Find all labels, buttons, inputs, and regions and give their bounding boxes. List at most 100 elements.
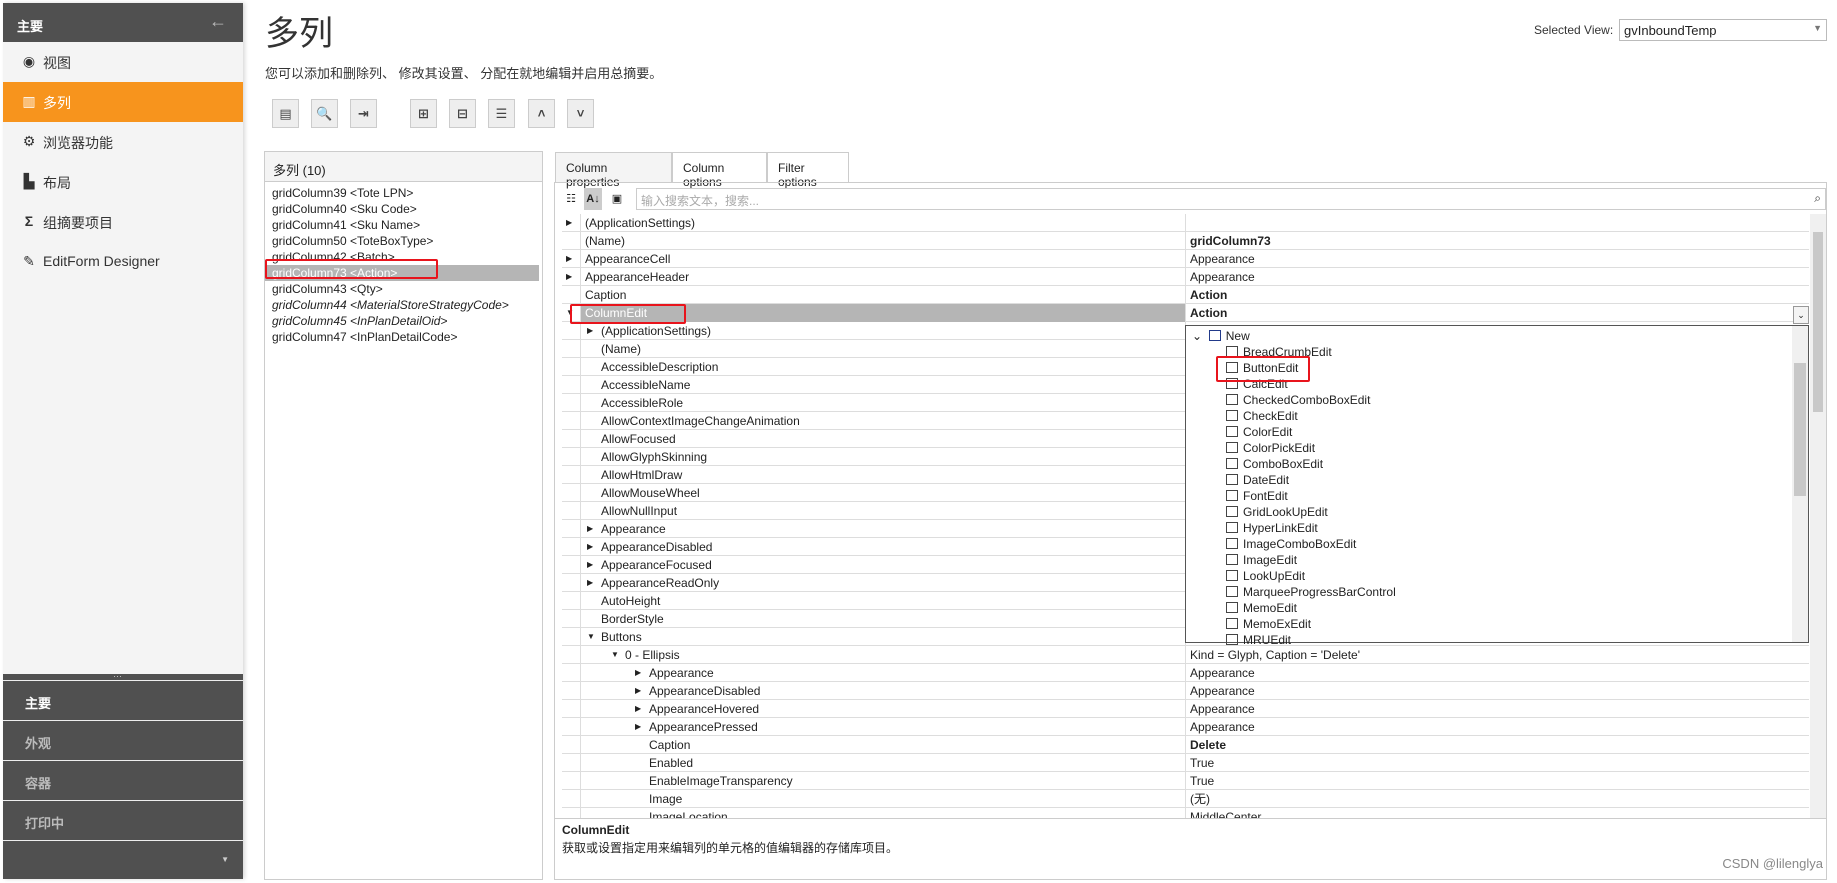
sidebar-item-5[interactable]: ✎ EditForm Designer [3, 242, 243, 282]
property-pages-icon[interactable]: ▣ [608, 188, 626, 210]
toolbar-button-5[interactable]: ☰ [488, 99, 515, 128]
property-value[interactable]: (无) [1185, 790, 1809, 808]
property-search-input[interactable]: 输入搜索文本，搜索... ⌕ [636, 188, 1826, 210]
property-row[interactable]: (Name) gridColumn73 [562, 232, 1809, 250]
expand-arrow-icon[interactable]: ▶ [635, 682, 641, 700]
property-row[interactable]: AppearanceHeader Appearance ▶ [562, 268, 1809, 286]
sidebar-group-1[interactable]: 外观 [3, 720, 243, 759]
property-value[interactable]: Appearance [1185, 682, 1809, 700]
tab-2[interactable]: Filter options [767, 152, 849, 189]
editor-option[interactable]: MarqueeProgressBarControl [1226, 584, 1396, 600]
property-row[interactable]: AppearanceCell Appearance ▶ [562, 250, 1809, 268]
property-value[interactable]: Appearance [1185, 718, 1809, 736]
editor-option[interactable]: LookUpEdit [1226, 568, 1305, 584]
column-edit-dropdown-button[interactable]: ⌄ [1793, 306, 1809, 324]
property-value[interactable]: True [1185, 772, 1809, 790]
editor-option[interactable]: CheckedComboBoxEdit [1226, 392, 1370, 408]
expand-arrow-icon[interactable]: ▶ [587, 574, 593, 592]
selected-view-select[interactable]: gvInboundTemp ▼ [1619, 19, 1827, 41]
property-value[interactable]: Kind = Glyph, Caption = 'Delete' [1185, 646, 1809, 664]
toolbar-button-7[interactable]: ˅ [567, 99, 594, 128]
column-list-item[interactable]: gridColumn39 <Tote LPN> [265, 185, 542, 201]
tab-0[interactable]: Column properties [555, 152, 672, 189]
toolbar-button-2[interactable]: ⇥ [350, 99, 377, 128]
toolbar-button-0[interactable]: ▤ [272, 99, 299, 128]
property-row[interactable]: Caption Action [562, 286, 1809, 304]
editor-option[interactable]: HyperLinkEdit [1226, 520, 1318, 536]
column-list-item[interactable]: gridColumn45 <InPlanDetailOid> [265, 313, 542, 329]
property-row[interactable]: ImageLocation MiddleCenter [562, 808, 1809, 818]
expand-arrow-icon[interactable]: ▶ [587, 520, 593, 538]
editor-option[interactable]: MemoExEdit [1226, 616, 1311, 632]
editor-option[interactable]: MemoEdit [1226, 600, 1297, 616]
sidebar-group-3[interactable]: 打印中 [3, 800, 243, 839]
editor-option[interactable]: FontEdit [1226, 488, 1288, 504]
property-row[interactable]: ▶ AppearanceHovered Appearance [562, 700, 1809, 718]
expand-arrow-icon[interactable]: ▶ [587, 556, 593, 574]
toolbar-button-1[interactable]: 🔍 [311, 99, 338, 128]
editor-option[interactable]: ColorEdit [1226, 424, 1292, 440]
property-row[interactable]: EnableImageTransparency True [562, 772, 1809, 790]
property-row[interactable]: (ApplicationSettings) ▶ [562, 214, 1809, 232]
search-icon[interactable]: ⌕ [1814, 191, 1821, 206]
property-value[interactable]: Appearance [1185, 664, 1809, 682]
property-value[interactable]: Appearance [1185, 268, 1809, 286]
editor-option[interactable]: ComboBoxEdit [1226, 456, 1323, 472]
property-row[interactable]: Caption Delete [562, 736, 1809, 754]
toolbar-button-4[interactable]: ⊟ [449, 99, 476, 128]
expand-arrow-icon[interactable]: ▶ [566, 214, 572, 232]
tab-1[interactable]: Column options [672, 152, 767, 189]
property-row[interactable]: ▶ AppearancePressed Appearance [562, 718, 1809, 736]
editor-option[interactable]: MRUEdit [1226, 632, 1291, 648]
expand-arrow-icon[interactable]: ▶ [635, 700, 641, 718]
dropdown-scrollbar[interactable] [1792, 326, 1808, 642]
property-row[interactable]: ▼ 0 - Ellipsis Kind = Glyph, Caption = 'De… [562, 646, 1809, 664]
editor-option[interactable]: ImageEdit [1226, 552, 1297, 568]
expand-arrow-icon[interactable]: ▶ [566, 250, 572, 268]
editor-option[interactable]: CheckEdit [1226, 408, 1298, 424]
property-value[interactable]: Delete [1185, 736, 1809, 754]
editor-option[interactable]: DateEdit [1226, 472, 1289, 488]
scrollbar-thumb[interactable] [1813, 232, 1823, 412]
sidebar-group-more[interactable]: ▼ [3, 840, 243, 879]
property-value[interactable]: Action [1185, 286, 1809, 304]
property-value[interactable]: Action [1185, 304, 1809, 322]
scrollbar-thumb[interactable] [1794, 363, 1806, 496]
column-list-item[interactable]: gridColumn43 <Qty> [265, 281, 542, 297]
sidebar-item-4[interactable]: Σ 组摘要项目 [3, 202, 243, 242]
property-grid-scrollbar[interactable] [1810, 214, 1826, 818]
sidebar-item-0[interactable]: ◉ 视图 [3, 42, 243, 82]
property-value[interactable] [1185, 214, 1809, 232]
expand-arrow-icon[interactable]: ▶ [635, 664, 641, 682]
collapse-arrow-icon[interactable]: ▼ [587, 628, 595, 646]
sidebar-group-2[interactable]: 容器 [3, 760, 243, 799]
editor-option[interactable]: ImageComboBoxEdit [1226, 536, 1356, 552]
editor-option[interactable]: ColorPickEdit [1226, 440, 1315, 456]
column-list-item[interactable]: gridColumn44 <MaterialStoreStrategyCode> [265, 297, 542, 313]
editor-option[interactable]: GridLookUpEdit [1226, 504, 1328, 520]
expand-arrow-icon[interactable]: ▶ [587, 322, 593, 340]
column-list-item[interactable]: gridColumn41 <Sku Name> [265, 217, 542, 233]
column-list-item[interactable]: gridColumn40 <Sku Code> [265, 201, 542, 217]
property-value[interactable]: gridColumn73 [1185, 232, 1809, 250]
column-list-item[interactable]: gridColumn50 <ToteBoxType> [265, 233, 542, 249]
toolbar-button-3[interactable]: ⊞ [410, 99, 437, 128]
property-row[interactable]: ▶ Appearance Appearance [562, 664, 1809, 682]
expand-arrow-icon[interactable]: ▶ [566, 268, 572, 286]
expand-arrow-icon[interactable]: ▶ [635, 718, 641, 736]
sidebar-group-0[interactable]: 主要 [3, 680, 243, 719]
property-row[interactable]: Image (无) [562, 790, 1809, 808]
property-value[interactable]: Appearance [1185, 700, 1809, 718]
collapse-arrow-icon[interactable]: ▼ [611, 646, 619, 664]
property-row[interactable]: Enabled True [562, 754, 1809, 772]
expand-arrow-icon[interactable]: ▶ [587, 538, 593, 556]
chevron-down-icon[interactable]: ⌄ [1192, 329, 1202, 343]
property-value[interactable]: Appearance [1185, 250, 1809, 268]
sidebar-item-3[interactable]: ▙ 布局 [3, 162, 243, 202]
sort-az-icon[interactable]: A↓ [584, 188, 602, 210]
property-value[interactable]: True [1185, 754, 1809, 772]
column-list-item[interactable]: gridColumn47 <InPlanDetailCode> [265, 329, 542, 345]
property-row[interactable]: ▶ AppearanceDisabled Appearance [562, 682, 1809, 700]
property-row[interactable]: ColumnEdit Action ▼ [562, 304, 1809, 322]
toolbar-button-6[interactable]: ˄ [528, 99, 555, 128]
